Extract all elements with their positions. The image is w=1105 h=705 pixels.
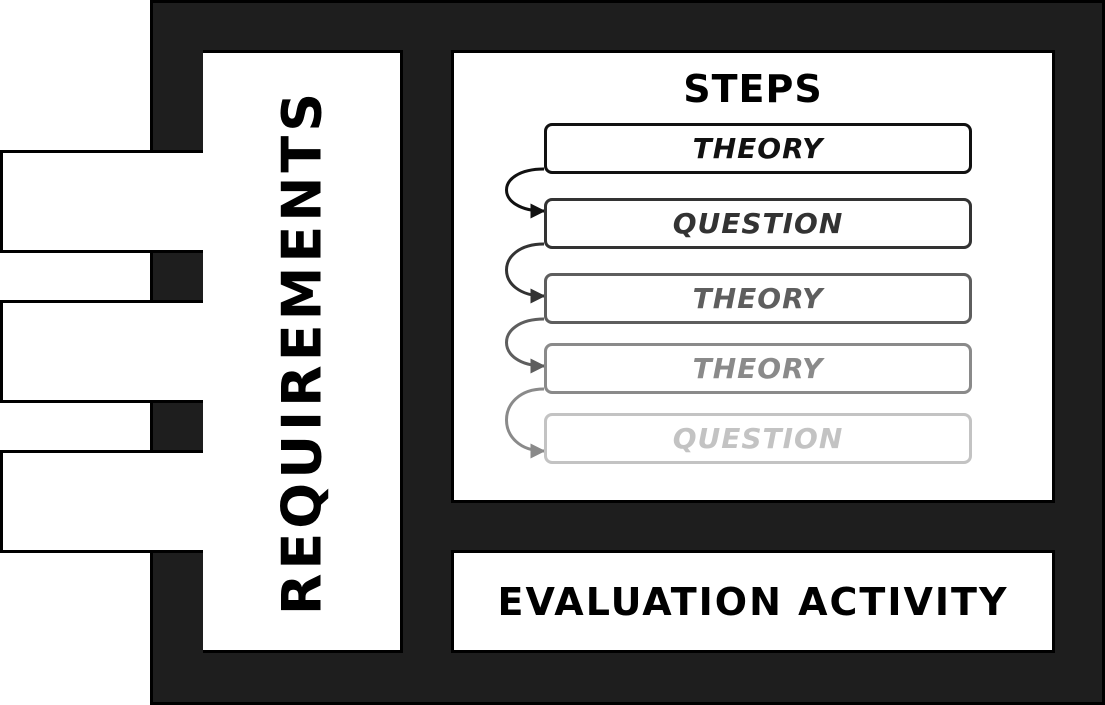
connector-tab-3 xyxy=(0,450,206,553)
requirements-panel: REQUIREMENTS xyxy=(203,50,403,653)
arrow-1-to-2 xyxy=(505,167,546,219)
arrow-4-to-5 xyxy=(505,387,546,459)
step-2-question: QUESTION xyxy=(544,198,972,249)
step-3-theory: THEORY xyxy=(544,273,972,324)
step-4-theory: THEORY xyxy=(544,343,972,394)
step-1-theory: THEORY xyxy=(544,123,972,174)
steps-panel: STEPS THEORY QUESTION THEORY THEORY QUES… xyxy=(451,50,1055,503)
evaluation-label: EVALUATION ACTIVITY xyxy=(497,579,1009,624)
step-5-question: QUESTION xyxy=(544,413,972,464)
connector-tab-2 xyxy=(0,300,206,403)
arrow-3-to-4 xyxy=(505,317,546,374)
connector-tab-1 xyxy=(0,150,206,253)
requirements-label: REQUIREMENTS xyxy=(270,88,333,615)
evaluation-panel: EVALUATION ACTIVITY xyxy=(451,550,1055,653)
arrow-2-to-3 xyxy=(505,242,546,304)
